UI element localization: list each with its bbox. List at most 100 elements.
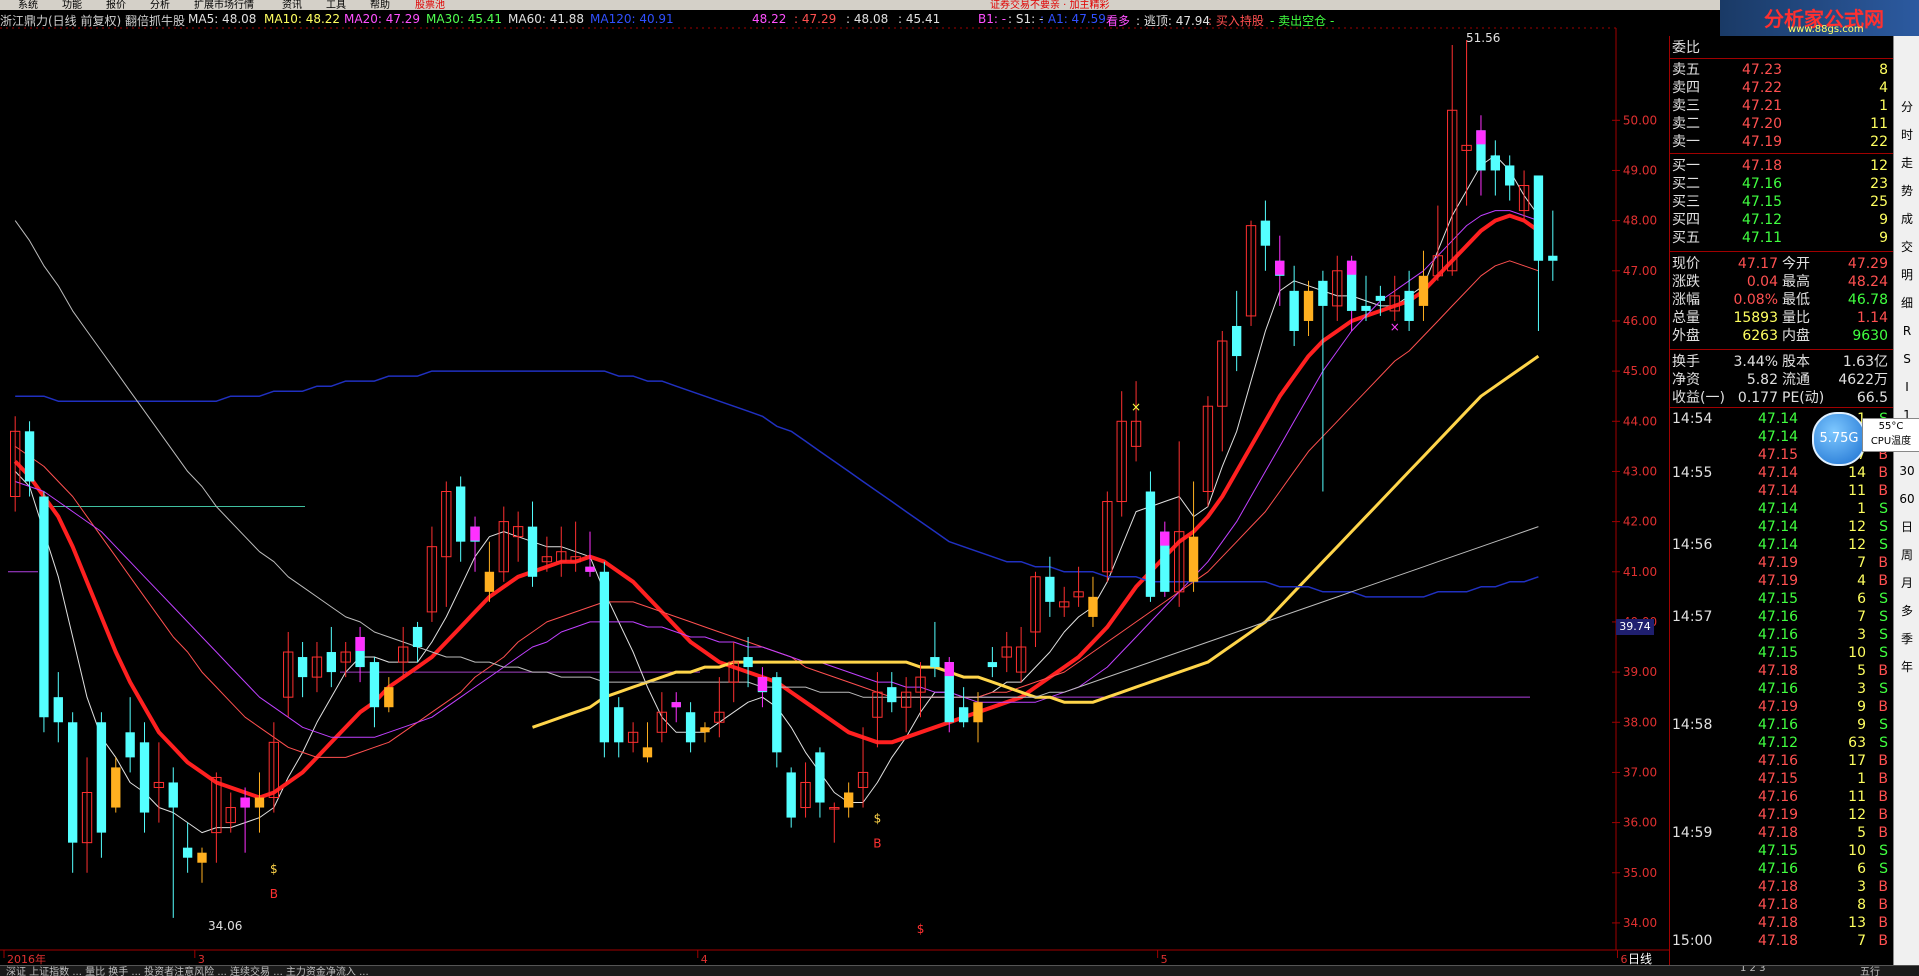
toolbar-button[interactable]: 30: [1894, 460, 1919, 482]
ask-label: 卖四: [1672, 80, 1700, 96]
tick-side: B: [1878, 933, 1888, 949]
fund-value: 0.177: [1737, 390, 1778, 406]
tick-row: 47.16 3 S: [1670, 626, 1894, 644]
day-period-tab[interactable]: 日线: [1620, 952, 1660, 966]
candle-body-highlight: [944, 662, 954, 677]
toolbar-button[interactable]: S: [1894, 348, 1919, 370]
period-toolbar: 分时走势成交明细RSI153060日周月多季年: [1893, 36, 1919, 975]
toolbar-button[interactable]: 走: [1894, 152, 1919, 174]
kline-chart[interactable]: BB$$××$ 50.0049.0048.0047.0046.0045.0044…: [0, 0, 1669, 965]
toolbar-button[interactable]: 分: [1894, 96, 1919, 118]
ma-line-ma30: [15, 210, 1539, 738]
quote-label: 外盘: [1672, 328, 1700, 344]
y-tick-label: 34.00: [1623, 916, 1657, 930]
commission-ratio-label: 委比: [1672, 40, 1700, 56]
bid-volume: 9: [1879, 212, 1888, 228]
support-lines: [8, 506, 1530, 698]
toolbar-button[interactable]: 年: [1894, 656, 1919, 678]
candle-body: [39, 496, 49, 718]
tick-side: B: [1878, 915, 1888, 931]
price-axis: 50.00 49.00 48.00 47.00 46.00 45.00 44.00 43.00…: [1612, 113, 1657, 930]
toolbar-button[interactable]: 周: [1894, 544, 1919, 566]
tick-side: B: [1878, 825, 1888, 841]
y-tick-label: 38.00: [1623, 715, 1657, 729]
tick-row: 47.16 17 B: [1670, 752, 1894, 770]
status-right[interactable]: 五行: [1860, 966, 1880, 976]
candle-body: [24, 431, 35, 482]
tick-side: S: [1879, 843, 1888, 859]
candle-body: [139, 742, 150, 813]
candle-body: [1375, 295, 1386, 301]
toolbar-button[interactable]: 交: [1894, 236, 1919, 258]
candle-body: [1490, 155, 1501, 171]
tick-side: S: [1879, 519, 1888, 535]
tick-price: 47.15: [1758, 843, 1799, 859]
tick-volume: 8: [1857, 897, 1866, 913]
toolbar-button[interactable]: I: [1894, 376, 1919, 398]
bid-volume: 9: [1879, 230, 1888, 246]
tick-row: 47.14 1 S: [1670, 500, 1894, 518]
tick-price: 47.14: [1758, 537, 1799, 553]
tick-price: 47.12: [1758, 735, 1799, 751]
ma120-value: MA120: 40.91: [590, 12, 674, 26]
toolbar-button[interactable]: 时: [1894, 124, 1919, 146]
tick-row: 47.18 13 B: [1670, 914, 1894, 932]
tick-row: 47.16 3 S: [1670, 680, 1894, 698]
candle-body: [297, 657, 308, 678]
bid-row: 买四 47.12 9: [1670, 211, 1894, 229]
fund-value: 1.63亿: [1842, 354, 1888, 370]
high-price-label: 51.56: [1466, 31, 1501, 45]
ask-row: 卖五 47.23 8: [1670, 61, 1894, 79]
toolbar-button[interactable]: 明: [1894, 264, 1919, 286]
toolbar-button[interactable]: 日: [1894, 516, 1919, 538]
toolbar-button[interactable]: R: [1894, 320, 1919, 342]
tick-price: 47.18: [1758, 663, 1799, 679]
tick-side: S: [1879, 609, 1888, 625]
bid-label: 买三: [1672, 194, 1700, 210]
candle-body-highlight: [470, 526, 480, 541]
quote-row: 现价 47.17 今开 47.29: [1670, 255, 1894, 273]
toolbar-button[interactable]: 月: [1894, 572, 1919, 594]
cpu-frequency-badge[interactable]: 5.75G: [1812, 412, 1866, 466]
tick-side: B: [1878, 483, 1888, 499]
candle-body: [455, 486, 466, 542]
tick-volume: 3: [1857, 681, 1866, 697]
toolbar-button[interactable]: 季: [1894, 628, 1919, 650]
candle-body-highlight: [671, 702, 681, 708]
candle-body: [815, 752, 825, 803]
tick-volume: 7: [1857, 609, 1866, 625]
candle-body: [125, 732, 135, 758]
quote-row: 涨幅 0.08% 最低 46.78: [1670, 291, 1894, 309]
y-tick-label: 46.00: [1623, 314, 1657, 328]
status-pages[interactable]: 1 2 3: [1740, 966, 1765, 974]
toolbar-button[interactable]: 细: [1894, 292, 1919, 314]
candle-body-highlight: [355, 636, 365, 651]
candle-body: [930, 657, 940, 668]
quote-value: 46.78: [1847, 292, 1888, 308]
candle-body: [1548, 255, 1558, 261]
tick-row: 47.19 9 B: [1670, 698, 1894, 716]
candle-body: [1418, 275, 1429, 306]
tick-row: 47.19 4 B: [1670, 572, 1894, 590]
fund-row: 收益(一) 0.177 PE(动) 66.5: [1670, 389, 1894, 407]
candle-body: [53, 697, 63, 723]
candle-body: [786, 772, 796, 818]
candle-body: [772, 677, 782, 753]
candle-body: [973, 702, 983, 723]
bid-label: 买一: [1672, 158, 1700, 174]
y-tick-label: 35.00: [1623, 866, 1657, 880]
toolbar-button[interactable]: 成: [1894, 208, 1919, 230]
quote-value: 0.08%: [1733, 292, 1778, 308]
y-tick-label: 49.00: [1623, 163, 1657, 177]
toolbar-button[interactable]: 60: [1894, 488, 1919, 510]
toolbar-button[interactable]: 多: [1894, 600, 1919, 622]
candle-body-highlight: [1476, 130, 1486, 145]
tick-side: B: [1878, 789, 1888, 805]
x-tick-label: 2016年: [7, 952, 46, 965]
tick-row: 47.15 6 S: [1670, 590, 1894, 608]
candle-body: [1145, 491, 1156, 597]
tick-volume: 11: [1848, 789, 1866, 805]
toolbar-button[interactable]: 势: [1894, 180, 1919, 202]
tick-price: 47.14: [1758, 501, 1799, 517]
tick-row: 15:00 47.18 7 B: [1670, 932, 1894, 950]
